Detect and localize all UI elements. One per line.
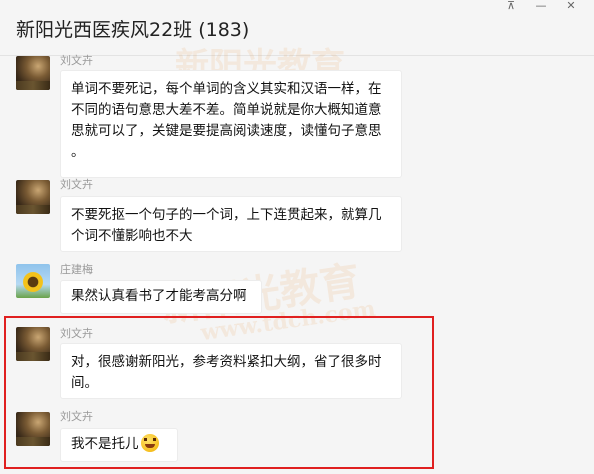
message-line: 对，很感谢新阳光，参考资料紧扣大纲，省了很多时 bbox=[71, 354, 382, 370]
close-icon[interactable]: ✕ bbox=[556, 0, 586, 14]
window-controls: ⊼ — ✕ bbox=[496, 0, 586, 16]
message-line: 果然认真看书了才能考高分啊 bbox=[71, 288, 247, 304]
sender-name: 庄建梅 bbox=[60, 263, 93, 276]
minimize-icon[interactable]: — bbox=[526, 0, 556, 14]
sender-name: 刘文卉 bbox=[60, 54, 93, 67]
avatar[interactable] bbox=[16, 180, 50, 214]
message-bubble[interactable]: 对，很感谢新阳光，参考资料紧扣大纲，省了很多时 间。 bbox=[60, 343, 402, 399]
message-bubble[interactable]: 不要死抠一个句子的一个词，上下连贯起来，就算几 个词不懂影响也不大 bbox=[60, 196, 402, 252]
message-bubble[interactable]: 果然认真看书了才能考高分啊 bbox=[60, 280, 262, 314]
message-line: 不要死抠一个句子的一个词，上下连贯起来，就算几 bbox=[71, 207, 382, 223]
message-line: 个词不懂影响也不大 bbox=[71, 228, 193, 244]
message-line: 思就可以了，关键是要提高阅读速度，读懂句子意思 bbox=[71, 123, 382, 139]
chat-header: 新阳光西医疾风22班 (183) ⊼ — ✕ bbox=[0, 0, 594, 56]
sender-name: 刘文卉 bbox=[60, 327, 93, 340]
message-line: 不同的语句意思大差不差。简单说就是你大概知道意 bbox=[71, 102, 382, 118]
chat-title: 新阳光西医疾风22班 (183) bbox=[16, 19, 250, 41]
avatar[interactable] bbox=[16, 56, 50, 90]
sender-name: 刘文卉 bbox=[60, 410, 93, 423]
laughing-tears-emoji-icon bbox=[140, 434, 159, 452]
message-line: 单词不要死记，每个单词的含义其实和汉语一样，在 bbox=[71, 81, 382, 97]
message-line: 间。 bbox=[71, 375, 98, 391]
message-bubble[interactable]: 单词不要死记，每个单词的含义其实和汉语一样，在 不同的语句意思大差不差。简单说就… bbox=[60, 70, 402, 178]
avatar[interactable] bbox=[16, 264, 50, 298]
message-bubble[interactable]: 我不是托儿 bbox=[60, 428, 178, 462]
sender-name: 刘文卉 bbox=[60, 178, 93, 191]
avatar[interactable] bbox=[16, 327, 50, 361]
message-line: 我不是托儿 bbox=[71, 436, 139, 452]
pin-icon[interactable]: ⊼ bbox=[496, 0, 526, 14]
sunflower-icon bbox=[22, 271, 44, 293]
avatar[interactable] bbox=[16, 412, 50, 446]
message-line: 。 bbox=[71, 144, 85, 160]
